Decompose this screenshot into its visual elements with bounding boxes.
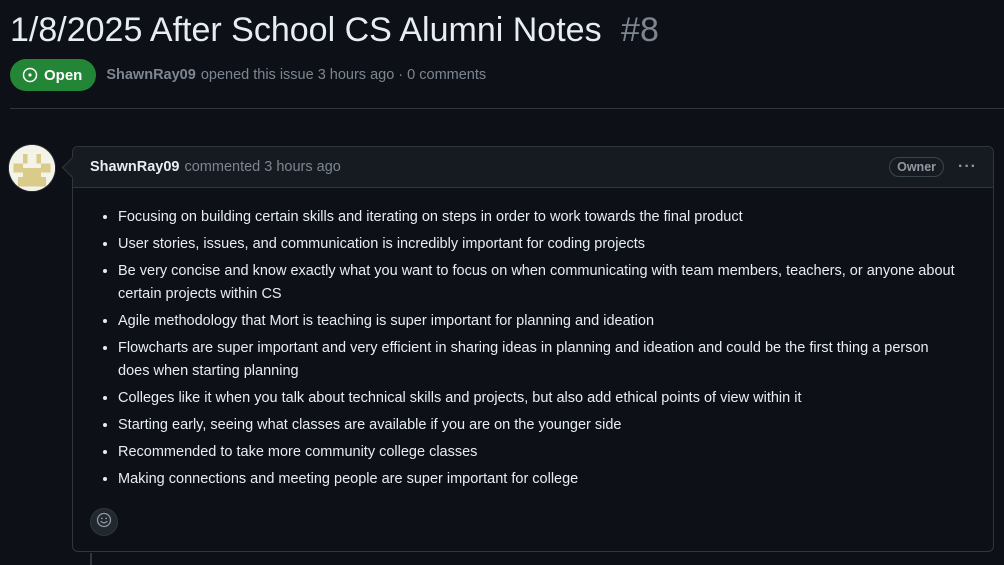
issue-opened-icon: [22, 67, 38, 83]
issue-meta: Open ShawnRay09 opened this issue 3 hour…: [10, 59, 486, 91]
comment-header: ShawnRay09 commented 3 hours ago Owner ·…: [73, 147, 993, 188]
issue-meta-text: opened this issue 3 hours ago · 0 commen…: [200, 67, 487, 83]
header-divider: [10, 108, 1004, 109]
issue-title: 1/8/2025 After School CS Alumni Notes: [10, 11, 602, 49]
list-item: Be very concise and know exactly what yo…: [118, 260, 963, 306]
notes-list: Focusing on building certain skills and …: [98, 206, 963, 491]
list-item: Flowcharts are super important and very …: [118, 337, 963, 383]
issue-author-link[interactable]: ShawnRay09: [106, 67, 195, 83]
issue-comment: ShawnRay09 commented 3 hours ago Owner ·…: [72, 146, 994, 552]
comment-timestamp[interactable]: commented 3 hours ago: [184, 159, 340, 175]
issue-title-row: 1/8/2025 After School CS Alumni Notes #8: [10, 8, 659, 52]
comment-author-link[interactable]: ShawnRay09: [90, 159, 179, 175]
issue-state-label: Open: [44, 66, 83, 84]
issue-page: 1/8/2025 After School CS Alumni Notes #8…: [0, 0, 1004, 565]
list-item: User stories, issues, and communication …: [118, 233, 963, 256]
kebab-horizontal-icon[interactable]: ···: [958, 158, 977, 176]
list-item: Starting early, seeing what classes are …: [118, 414, 963, 437]
list-item: Colleges like it when you talk about tec…: [118, 387, 963, 410]
list-item: Making connections and meeting people ar…: [118, 468, 963, 491]
issue-number: #8: [621, 11, 659, 49]
owner-badge: Owner: [889, 157, 945, 177]
avatar[interactable]: [9, 145, 55, 191]
timeline-line: [90, 553, 92, 565]
comment-body: Focusing on building certain skills and …: [73, 188, 993, 491]
issue-state-badge: Open: [10, 59, 97, 91]
list-item: Focusing on building certain skills and …: [118, 206, 963, 229]
list-item: Agile methodology that Mort is teaching …: [118, 310, 963, 333]
add-reaction-button[interactable]: [90, 508, 118, 536]
list-item: Recommended to take more community colle…: [118, 441, 963, 464]
smiley-icon: [96, 512, 112, 533]
